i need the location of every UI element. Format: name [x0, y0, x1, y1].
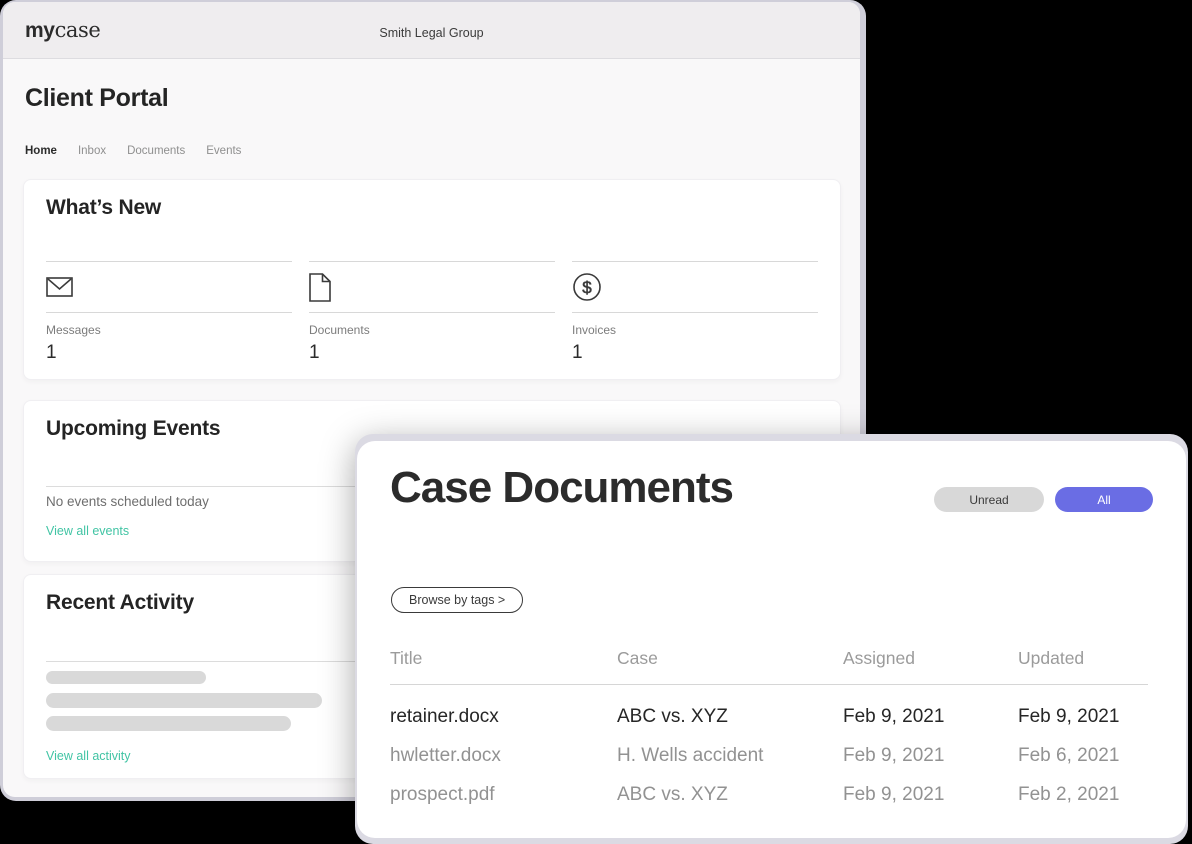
filter-unread-button[interactable]: Unread — [934, 487, 1044, 512]
view-all-events-link[interactable]: View all events — [46, 524, 129, 538]
nav-item-inbox[interactable]: Inbox — [78, 145, 106, 157]
case-documents-window: Case Documents Unread All Browse by tags… — [357, 441, 1186, 838]
cell-title[interactable]: retainer.docx — [390, 706, 617, 728]
documents-table-body: retainer.docx ABC vs. XYZ Feb 9, 2021 Fe… — [390, 697, 1148, 814]
stat-label: Invoices — [572, 323, 818, 337]
stat-count: 1 — [46, 342, 292, 364]
organization-name: Smith Legal Group — [3, 26, 860, 40]
nav-item-events[interactable]: Events — [206, 145, 241, 157]
table-row[interactable]: prospect.pdf ABC vs. XYZ Feb 9, 2021 Feb… — [390, 775, 1148, 814]
activity-placeholder-bar — [46, 716, 291, 731]
table-row[interactable]: retainer.docx ABC vs. XYZ Feb 9, 2021 Fe… — [390, 697, 1148, 736]
dollar-icon: $ — [572, 272, 602, 302]
cell-updated: Feb 2, 2021 — [1018, 784, 1148, 806]
cell-assigned: Feb 9, 2021 — [843, 706, 1018, 728]
screen: mycase Smith Legal Group Client Portal H… — [0, 0, 1192, 844]
portal-nav: Home Inbox Documents Events — [25, 145, 241, 157]
cell-case: ABC vs. XYZ — [617, 784, 843, 806]
cell-title[interactable]: hwletter.docx — [390, 745, 617, 767]
whats-new-title: What’s New — [46, 196, 161, 220]
documents-table: Title Case Assigned Updated retainer.doc… — [390, 648, 1148, 814]
stat-messages[interactable]: Messages 1 — [46, 261, 292, 364]
cell-case: ABC vs. XYZ — [617, 706, 843, 728]
recent-activity-title: Recent Activity — [46, 591, 194, 615]
filter-all-button[interactable]: All — [1055, 487, 1153, 512]
activity-placeholder-bar — [46, 693, 322, 708]
cell-title[interactable]: prospect.pdf — [390, 784, 617, 806]
column-header-updated[interactable]: Updated — [1018, 648, 1148, 670]
cell-assigned: Feb 9, 2021 — [843, 784, 1018, 806]
nav-item-home[interactable]: Home — [25, 145, 57, 157]
stat-documents[interactable]: Documents 1 — [309, 261, 555, 364]
upcoming-events-title: Upcoming Events — [46, 417, 220, 441]
column-header-title[interactable]: Title — [390, 648, 617, 670]
stat-invoices[interactable]: $ Invoices 1 — [572, 261, 818, 364]
stat-count: 1 — [309, 342, 555, 364]
portal-header: mycase Smith Legal Group — [3, 2, 860, 59]
stat-count: 1 — [572, 342, 818, 364]
page-title: Client Portal — [25, 84, 168, 113]
cell-case: H. Wells accident — [617, 745, 843, 767]
stat-divider-bottom — [46, 312, 292, 313]
browse-by-tags-button[interactable]: Browse by tags > — [391, 587, 523, 613]
column-header-case[interactable]: Case — [617, 648, 843, 670]
view-all-activity-link[interactable]: View all activity — [46, 749, 131, 763]
stat-label: Documents — [309, 323, 555, 337]
cell-updated: Feb 6, 2021 — [1018, 745, 1148, 767]
no-events-text: No events scheduled today — [46, 494, 209, 509]
table-divider — [390, 684, 1148, 685]
column-header-assigned[interactable]: Assigned — [843, 648, 1018, 670]
stat-label: Messages — [46, 323, 292, 337]
stat-divider-bottom — [572, 312, 818, 313]
document-icon — [309, 273, 331, 302]
nav-item-documents[interactable]: Documents — [127, 145, 185, 157]
svg-text:$: $ — [582, 278, 592, 297]
envelope-icon — [46, 277, 73, 297]
whats-new-card: What’s New Messages 1 — [23, 179, 841, 380]
activity-placeholder-bar — [46, 671, 206, 684]
cell-updated: Feb 9, 2021 — [1018, 706, 1148, 728]
cell-assigned: Feb 9, 2021 — [843, 745, 1018, 767]
stats-row: Messages 1 Documents — [46, 261, 818, 364]
stat-divider-bottom — [309, 312, 555, 313]
documents-table-header: Title Case Assigned Updated — [390, 648, 1148, 670]
case-documents-title: Case Documents — [390, 463, 733, 513]
table-row[interactable]: hwletter.docx H. Wells accident Feb 9, 2… — [390, 736, 1148, 775]
